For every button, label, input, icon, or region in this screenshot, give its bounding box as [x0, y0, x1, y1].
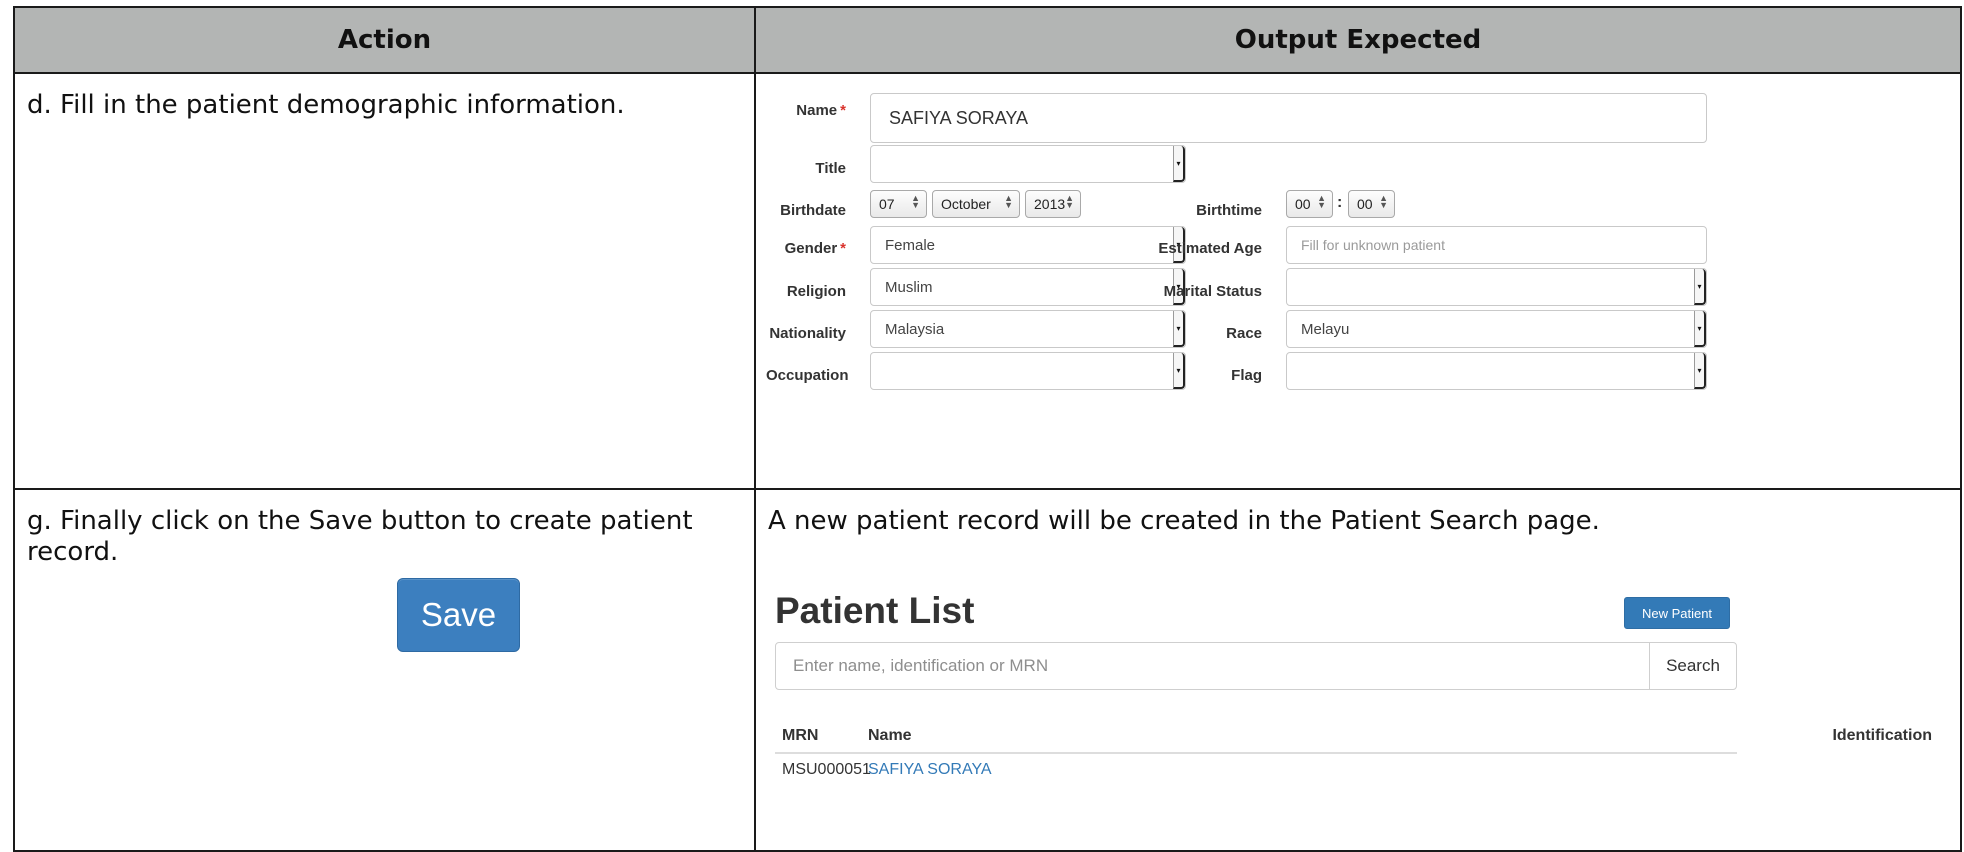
- birth-day-spinner[interactable]: 07 ▲ ▼: [870, 190, 927, 218]
- birth-hour-spinner[interactable]: 00 ▲ ▼: [1286, 190, 1333, 218]
- marital-status-select[interactable]: ▾: [1286, 268, 1707, 306]
- occupation-select[interactable]: ▾: [870, 352, 1186, 390]
- chevron-down-icon: ▾: [1694, 311, 1706, 347]
- search-input[interactable]: Enter name, identification or MRN: [775, 642, 1650, 690]
- search-button[interactable]: Search: [1649, 642, 1737, 690]
- column-header-mrn: MRN: [782, 727, 819, 744]
- table-divider: [775, 752, 1737, 754]
- spinner-arrows-icon: ▲ ▼: [1065, 193, 1074, 210]
- birth-minute-spinner[interactable]: 00 ▲ ▼: [1348, 190, 1395, 218]
- patient-name-link[interactable]: SAFIYA SORAYA: [868, 761, 992, 779]
- birthtime-label: Birthtime: [1196, 202, 1262, 219]
- step-d-output-cell: Name * SAFIYA SORAYA Title ▾ Birthdate 07…: [754, 72, 1962, 490]
- birthdate-label: Birthdate: [780, 202, 846, 219]
- spinner-arrows-icon: ▲ ▼: [1004, 193, 1013, 210]
- marital-status-label: Marital Status: [1163, 283, 1262, 300]
- gender-label: Gender *: [784, 240, 846, 257]
- nationality-select[interactable]: Malaysia ▾: [870, 310, 1186, 348]
- column-header-output: Output Expected: [754, 6, 1962, 74]
- instruction-table: Action Output Expected d. Fill in the pa…: [13, 6, 1962, 852]
- step-g-action-cell: g. Finally click on the Save button to c…: [13, 488, 756, 852]
- gender-select[interactable]: Female ▾: [870, 226, 1186, 264]
- page-title: Patient List: [775, 590, 975, 631]
- flag-select[interactable]: ▾: [1286, 352, 1707, 390]
- time-separator: :: [1337, 194, 1343, 211]
- column-header-action: Action: [13, 6, 756, 74]
- step-d-action-cell: d. Fill in the patient demographic infor…: [13, 72, 756, 490]
- save-button[interactable]: Save: [397, 578, 520, 652]
- name-label: Name *: [796, 102, 846, 119]
- step-g-output-cell: A new patient record will be created in …: [754, 488, 1962, 852]
- patient-demographic-form: Name * SAFIYA SORAYA Title ▾ Birthdate 07…: [756, 74, 1960, 488]
- estimated-age-label: Estimated Age: [1158, 240, 1262, 257]
- title-label: Title: [815, 160, 846, 177]
- required-marker: *: [840, 240, 846, 257]
- birth-year-spinner[interactable]: 2013 ▲ ▼: [1025, 190, 1081, 218]
- spinner-arrows-icon: ▲ ▼: [911, 193, 920, 210]
- column-header-name: Name: [868, 727, 912, 744]
- nationality-label: Nationality: [769, 325, 846, 342]
- step-d-text: d. Fill in the patient demographic infor…: [27, 90, 625, 120]
- chevron-down-icon: ▾: [1173, 146, 1185, 182]
- flag-label: Flag: [1231, 367, 1262, 384]
- step-g-text: g. Finally click on the Save button to c…: [27, 506, 693, 568]
- name-input[interactable]: SAFIYA SORAYA: [870, 93, 1707, 143]
- religion-label: Religion: [786, 283, 846, 300]
- title-select[interactable]: ▾: [870, 145, 1186, 183]
- occupation-label: Occupation: [766, 367, 849, 384]
- column-header-identification: Identification: [1832, 727, 1932, 744]
- chevron-down-icon: ▾: [1694, 269, 1706, 305]
- spinner-arrows-icon: ▲ ▼: [1317, 193, 1326, 210]
- birth-month-spinner[interactable]: October ▲ ▼: [932, 190, 1020, 218]
- patient-list-panel: Patient List New Patient Enter name, ide…: [756, 490, 1960, 850]
- new-patient-button[interactable]: New Patient: [1624, 597, 1730, 629]
- required-marker: *: [840, 102, 846, 119]
- estimated-age-input[interactable]: Fill for unknown patient: [1286, 226, 1707, 264]
- spinner-arrows-icon: ▲ ▼: [1379, 193, 1388, 210]
- race-select[interactable]: Melayu ▾: [1286, 310, 1707, 348]
- chevron-down-icon: ▾: [1694, 353, 1706, 389]
- race-label: Race: [1226, 325, 1262, 342]
- row-mrn: MSU000051: [782, 761, 871, 778]
